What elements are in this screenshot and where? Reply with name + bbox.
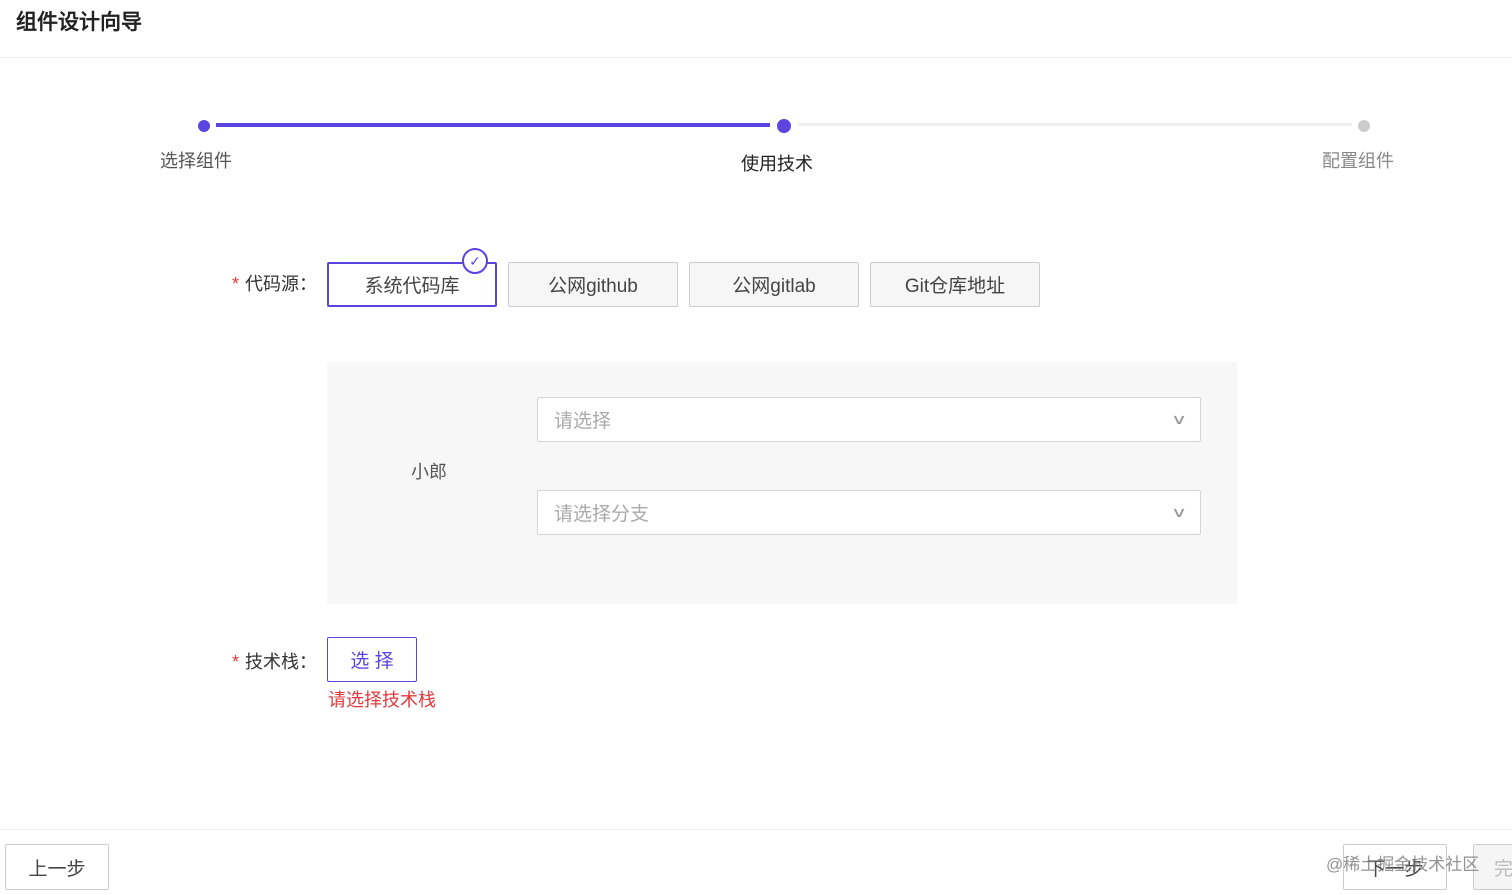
chevron-down-icon: ∨ (1170, 504, 1188, 520)
user-name: 小郎 (411, 462, 447, 482)
step-pending-line (798, 123, 1352, 126)
step-label-2: 使用技术 (741, 154, 813, 174)
watermark: @稀土掘金技术社区 (1326, 855, 1480, 874)
tech-stack-label: * 技术栈： (232, 652, 318, 672)
branch-select[interactable]: 请选择分支 ∨ (537, 490, 1201, 535)
repo-select-placeholder: 请选择 (554, 411, 612, 432)
step-progress-line (216, 123, 770, 127)
step-label-1: 选择组件 (160, 151, 232, 171)
source-git-url-button[interactable]: Git仓库地址 (870, 262, 1040, 307)
step-dot-1 (198, 120, 210, 132)
footer (0, 829, 1512, 895)
tech-stack-error: 请选择技术栈 (328, 690, 436, 710)
repo-select[interactable]: 请选择 ∨ (537, 397, 1201, 442)
code-source-label: * 代码源： (232, 274, 318, 294)
chevron-down-icon: ∨ (1170, 411, 1188, 427)
source-gitlab-button[interactable]: 公网gitlab (689, 262, 859, 307)
header: 组件设计向导 (0, 0, 1512, 58)
branch-select-placeholder: 请选择分支 (554, 504, 650, 525)
prev-button[interactable]: 上一步 (5, 844, 109, 890)
source-github-button[interactable]: 公网github (508, 262, 678, 307)
select-tech-stack-button[interactable]: 选 择 (327, 637, 417, 682)
check-icon: ✓ (462, 248, 488, 274)
step-dot-2 (777, 119, 791, 133)
step-dot-3 (1358, 120, 1370, 132)
page-title: 组件设计向导 (16, 11, 142, 34)
step-label-3: 配置组件 (1322, 151, 1394, 171)
